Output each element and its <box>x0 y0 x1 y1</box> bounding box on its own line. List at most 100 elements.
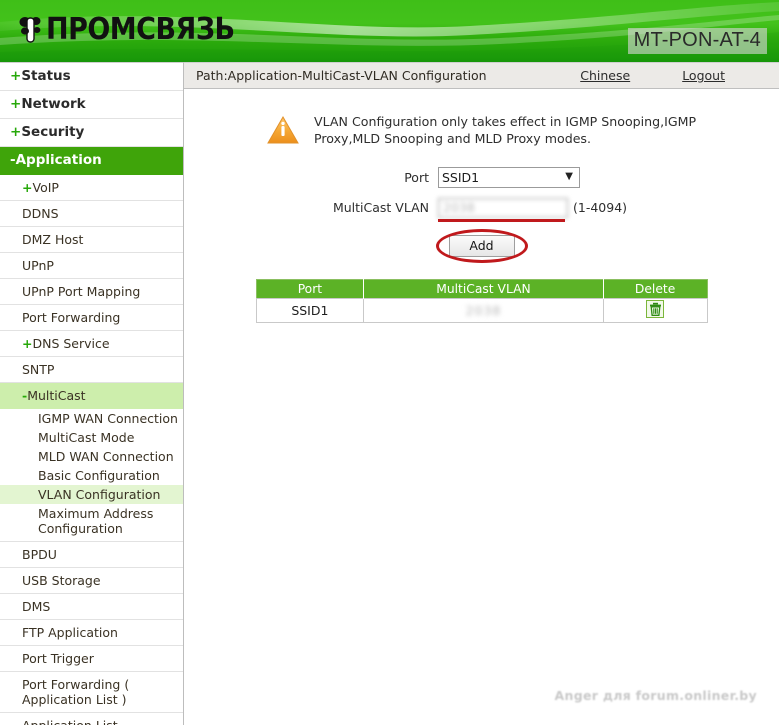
expand-plus-icon: + <box>10 68 22 84</box>
sidebar-item-label: DMS <box>22 599 51 614</box>
main-content: Path:Application-MultiCast-VLAN Configur… <box>184 62 779 725</box>
port-label: Port <box>404 170 429 185</box>
sidebar-item-upnp-port-mapping[interactable]: UPnP Port Mapping <box>0 279 183 305</box>
page-header-banner: ПРОМСВЯЗЬ MT-PON-AT-4 <box>0 0 779 62</box>
sidebar-item-label: BPDU <box>22 547 57 562</box>
sidebar-item-label: Status <box>21 68 71 84</box>
table-row: SSID1 2038 <box>255 297 708 323</box>
cell-delete <box>602 297 708 323</box>
sidebar-item-label: MultiCast Mode <box>38 430 135 445</box>
multicast-vlan-input-wrapper[interactable] <box>438 197 568 222</box>
sidebar-item-dns-service[interactable]: +DNS Service <box>0 331 183 357</box>
cell-multicast-vlan: 2038 <box>363 297 604 323</box>
sidebar-item-ftp-application[interactable]: FTP Application <box>0 620 183 646</box>
table-header: Port MultiCast VLAN Delete <box>256 279 707 298</box>
sidebar-item-sntp[interactable]: SNTP <box>0 357 183 383</box>
sidebar-item-multicast[interactable]: -MultiCast <box>0 383 183 409</box>
sidebar-item-vlan-configuration[interactable]: VLAN Configuration <box>0 485 183 504</box>
sidebar-item-label: Application List <box>22 718 118 725</box>
sidebar-item-maximum-address-configuration[interactable]: Maximum Address Configuration <box>0 504 183 542</box>
multicast-vlan-input[interactable] <box>438 197 568 218</box>
column-header-multicast-vlan: MultiCast VLAN <box>363 279 604 298</box>
cell-port: SSID1 <box>255 297 365 323</box>
sidebar-item-voip[interactable]: +VoIP <box>0 175 183 201</box>
cell-multicast-vlan-value: 2038 <box>465 302 502 318</box>
sidebar-item-label: FTP Application <box>22 625 118 640</box>
page-body: +Status +Network +Security -Application +VoI… <box>0 62 779 725</box>
info-notice: VLAN Configuration only takes effect in … <box>266 113 736 147</box>
expand-plus-icon: + <box>22 180 33 195</box>
sidebar-navigation[interactable]: +Status +Network +Security -Application +VoI… <box>0 62 184 725</box>
vlan-range-hint: (1-4094) <box>573 199 628 215</box>
sidebar-item-bpdu[interactable]: BPDU <box>0 542 183 568</box>
add-button[interactable]: Add <box>448 234 515 257</box>
sidebar-item-label: Port Forwarding <box>22 310 121 325</box>
brand-name: ПРОМСВЯЗЬ <box>46 12 235 47</box>
vlan-entries-table: Port MultiCast VLAN Delete SSID1 2038 <box>255 278 708 323</box>
sidebar-item-port-forwarding[interactable]: Port Forwarding <box>0 305 183 331</box>
port-select-wrapper[interactable]: SSID1 ▼ <box>438 167 580 188</box>
header-links: Chinese Logout <box>580 68 779 83</box>
breadcrumb: Path:Application-MultiCast-VLAN Configur… <box>196 68 487 83</box>
expand-plus-icon: + <box>10 96 22 112</box>
sidebar-item-igmp-wan-connection[interactable]: IGMP WAN Connection <box>0 409 183 428</box>
sidebar-item-mld-wan-connection[interactable]: MLD WAN Connection <box>0 447 183 466</box>
breadcrumb-bar: Path:Application-MultiCast-VLAN Configur… <box>184 62 779 89</box>
sidebar-item-label: Maximum Address Configuration <box>38 506 154 536</box>
column-header-delete: Delete <box>603 279 707 298</box>
sidebar-item-port-forwarding-application-list[interactable]: Port Forwarding ( Application List ) <box>0 672 183 713</box>
sidebar-item-basic-configuration[interactable]: Basic Configuration <box>0 466 183 485</box>
sidebar-item-label: MLD WAN Connection <box>38 449 174 464</box>
sidebar-item-dmz-host[interactable]: DMZ Host <box>0 227 183 253</box>
sidebar-item-label: Basic Configuration <box>38 468 160 483</box>
expand-plus-icon: + <box>10 124 22 140</box>
sidebar-item-application-list[interactable]: Application List <box>0 713 183 725</box>
expand-plus-icon: + <box>22 336 33 351</box>
sidebar-item-upnp[interactable]: UPnP <box>0 253 183 279</box>
sidebar-item-label: DNS Service <box>32 336 110 351</box>
sidebar-item-port-trigger[interactable]: Port Trigger <box>0 646 183 672</box>
multicast-vlan-label: MultiCast VLAN <box>332 199 429 215</box>
sidebar-item-label: MultiCast <box>27 388 86 403</box>
sidebar-item-label: Security <box>21 124 85 140</box>
sidebar-item-label: DDNS <box>22 206 59 221</box>
trash-icon[interactable] <box>646 299 665 318</box>
add-button-holder: Add <box>435 228 528 263</box>
sidebar-item-label: Network <box>21 96 86 112</box>
port-select[interactable]: SSID1 <box>438 167 580 188</box>
sidebar-item-label: UPnP Port Mapping <box>22 284 141 299</box>
sidebar-item-multicast-mode[interactable]: MultiCast Mode <box>0 428 183 447</box>
sidebar-item-security[interactable]: +Security <box>0 119 183 147</box>
sidebar-item-label: SNTP <box>22 362 55 377</box>
sidebar-item-label: VoIP <box>32 180 59 195</box>
sidebar-item-ddns[interactable]: DDNS <box>0 201 183 227</box>
device-model-badge: MT-PON-AT-4 <box>627 28 767 54</box>
sidebar-item-network[interactable]: +Network <box>0 91 183 119</box>
port-row: Port SSID1 ▼ <box>184 167 779 188</box>
sidebar-item-label: Application <box>15 152 102 168</box>
sidebar-item-status[interactable]: +Status <box>0 63 183 91</box>
warning-triangle-icon <box>266 114 300 146</box>
brand-logo: ПРОМСВЯЗЬ <box>18 8 235 52</box>
sidebar-item-label: IGMP WAN Connection <box>38 411 178 426</box>
red-underline-annotation <box>438 218 565 222</box>
multicast-vlan-row: MultiCast VLAN (1-4094) <box>184 197 779 222</box>
forum-watermark: Anger для forum.onliner.by <box>554 688 757 703</box>
table-body: SSID1 2038 <box>255 297 708 323</box>
logout-link[interactable]: Logout <box>682 68 725 83</box>
router-admin-page: ПРОМСВЯЗЬ MT-PON-AT-4 +Status +Network +Se… <box>0 0 779 725</box>
sidebar-item-label: DMZ Host <box>22 232 84 247</box>
add-button-area: Add <box>184 228 779 263</box>
column-header-port: Port <box>256 279 365 298</box>
notice-text: VLAN Configuration only takes effect in … <box>314 114 697 146</box>
language-chinese-link[interactable]: Chinese <box>580 68 630 83</box>
sidebar-item-label: Port Trigger <box>22 651 94 666</box>
sidebar-item-label: VLAN Configuration <box>38 487 161 502</box>
vlan-config-form: Port SSID1 ▼ MultiCast VLAN (1-4094) <box>184 167 779 263</box>
sidebar-item-dms[interactable]: DMS <box>0 594 183 620</box>
table-header-row: Port MultiCast VLAN Delete <box>256 279 707 298</box>
promsvyaz-logo-icon <box>18 13 44 47</box>
sidebar-item-usb-storage[interactable]: USB Storage <box>0 568 183 594</box>
sidebar-item-application[interactable]: -Application <box>0 147 183 175</box>
sidebar-item-label: USB Storage <box>22 573 101 588</box>
